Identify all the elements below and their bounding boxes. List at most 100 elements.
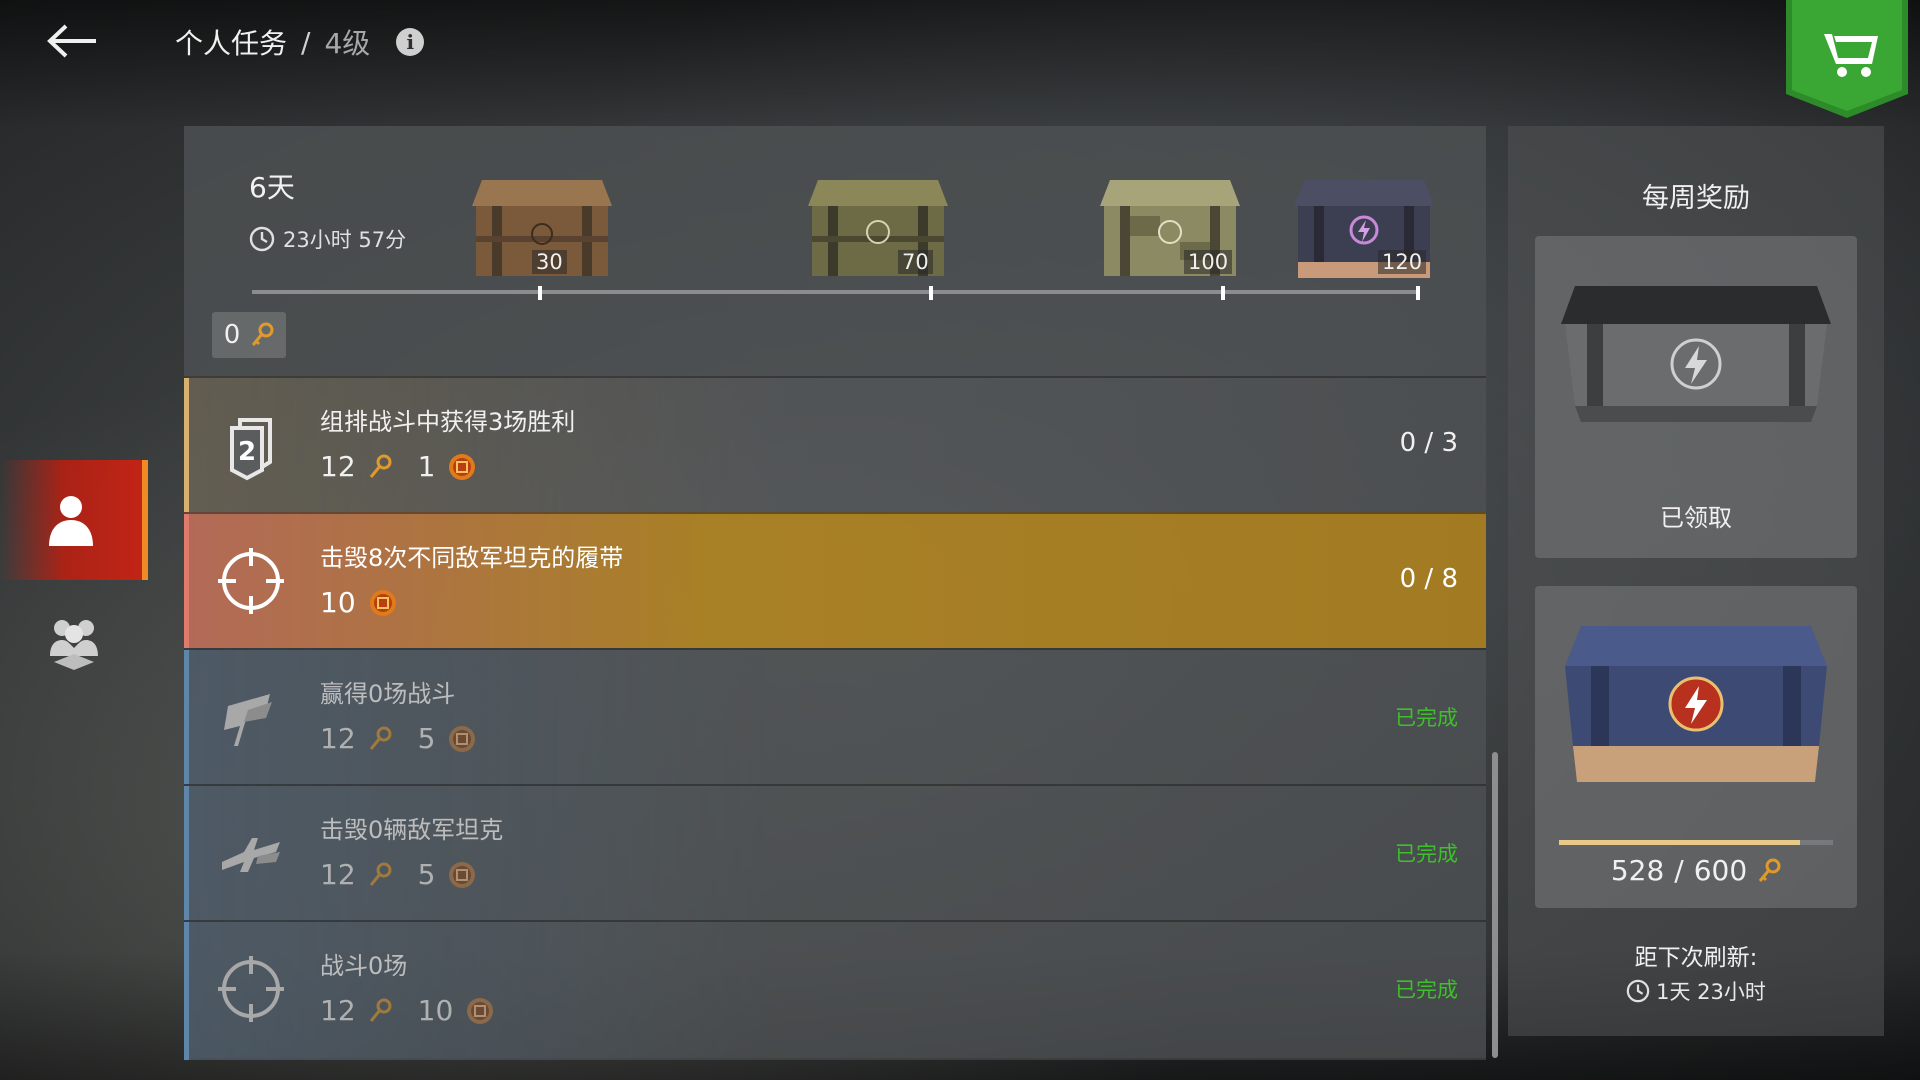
key-reward: 12 xyxy=(320,450,356,483)
coin-icon xyxy=(449,861,476,888)
task-stripe xyxy=(184,378,189,512)
task-stripe xyxy=(184,922,189,1060)
milestone-tick xyxy=(929,286,933,300)
claimed-label: 已领取 xyxy=(1660,504,1732,532)
task-row[interactable]: 赢得0场战斗 12 5 已完成 xyxy=(184,648,1486,784)
clock-icon xyxy=(249,226,275,252)
weekly-progress-text: 528 / 600 xyxy=(1535,854,1857,887)
progress-area: 6天 23小时 57分 30 70 100 120 0 xyxy=(184,126,1486,376)
coin-reward: 5 xyxy=(417,722,436,755)
weekly-progress-total: 600 xyxy=(1693,854,1748,887)
group-icon xyxy=(50,620,98,670)
milestone-chest-wood[interactable]: 30 xyxy=(462,166,622,284)
task-stripe xyxy=(184,514,189,648)
key-icon xyxy=(1759,858,1781,882)
task-complete-label: 已完成 xyxy=(1395,978,1458,1002)
weekly-reward-card-next[interactable]: 528 / 600 xyxy=(1535,586,1857,908)
weekly-progress-current: 528 xyxy=(1610,854,1665,887)
milestone-tick xyxy=(538,286,542,300)
coin-reward: 10 xyxy=(417,994,454,1027)
coin-reward: 5 xyxy=(417,858,436,891)
task-stripe xyxy=(184,786,189,920)
key-icon xyxy=(252,322,274,346)
weekly-progress-fill xyxy=(1559,840,1801,845)
victory-flag-icon xyxy=(224,694,272,746)
info-icon[interactable]: i xyxy=(396,28,425,56)
keys-counter: 0 xyxy=(212,312,286,358)
crosshair-icon xyxy=(218,956,284,1022)
task-row[interactable]: 击毁0辆敌军坦克 12 5 已完成 xyxy=(184,784,1486,920)
breadcrumb-separator: / xyxy=(301,25,311,59)
task-rewards: 12 1 xyxy=(320,450,477,483)
missions-panel: 6天 23小时 57分 30 70 100 120 0 2 组排战斗中获得3场胜… xyxy=(184,126,1486,1060)
task-row[interactable]: 战斗0场 12 10 已完成 xyxy=(184,920,1486,1060)
shop-button[interactable] xyxy=(1786,0,1908,118)
coin-icon xyxy=(369,589,396,616)
svg-text:2: 2 xyxy=(238,437,256,467)
coin-icon xyxy=(449,725,476,752)
key-reward: 12 xyxy=(320,994,356,1027)
sidebar-item-clan[interactable] xyxy=(0,582,148,702)
key-icon xyxy=(369,862,392,886)
weekly-rewards-panel: 每周奖励 已领取 528 / 600 距下次刷新: 1天 23小时 xyxy=(1508,126,1884,1036)
coin-reward: 1 xyxy=(417,450,436,483)
arrow-left-icon xyxy=(47,24,96,58)
task-title: 组排战斗中获得3场胜利 xyxy=(320,408,576,436)
task-stripe xyxy=(184,650,189,784)
progress-track xyxy=(252,290,1417,294)
weekly-progress-separator: / xyxy=(1674,854,1684,887)
coin-reward: 10 xyxy=(320,586,356,619)
refresh-time: 1天 23小时 xyxy=(1656,980,1766,1004)
task-rewards: 12 5 xyxy=(320,858,477,891)
weekly-reward-card-claimed[interactable]: 已领取 xyxy=(1535,236,1857,558)
open-chest-image xyxy=(1561,286,1831,422)
key-icon xyxy=(369,998,392,1022)
milestone-label: 100 xyxy=(1184,250,1233,274)
scrollbar[interactable] xyxy=(1492,752,1498,1058)
breadcrumb-level: 4级 xyxy=(324,27,371,60)
clock-icon xyxy=(1626,979,1650,1003)
task-progress: 0 / 8 xyxy=(1399,564,1458,594)
task-title: 击毁0辆敌军坦克 xyxy=(320,816,504,844)
keys-count: 0 xyxy=(223,320,241,350)
coin-icon xyxy=(467,997,494,1024)
milestone-label: 70 xyxy=(898,250,933,274)
key-icon xyxy=(369,454,392,478)
breadcrumb-title: 个人任务 xyxy=(175,27,288,60)
task-title: 战斗0场 xyxy=(320,952,408,980)
refresh-label: 距下次刷新: xyxy=(1634,945,1758,971)
sidebar-item-personal[interactable] xyxy=(0,460,148,580)
crosshair-icon xyxy=(218,548,284,614)
breadcrumb: 个人任务 / 4级 i xyxy=(175,22,425,62)
timer-days: 6天 xyxy=(249,171,295,204)
milestone-chest-dark[interactable]: 120 xyxy=(1284,166,1444,284)
coin-icon xyxy=(449,453,476,480)
task-rewards: 12 10 xyxy=(320,994,495,1027)
weekly-progress-bar xyxy=(1559,840,1833,845)
back-button[interactable] xyxy=(42,18,102,64)
task-row[interactable]: 2 组排战斗中获得3场胜利 12 1 0 / 3 xyxy=(184,376,1486,512)
blue-chest-image xyxy=(1565,626,1827,782)
person-icon xyxy=(49,496,93,546)
milestone-label: 30 xyxy=(532,250,567,274)
key-reward: 12 xyxy=(320,722,356,755)
task-rewards: 10 xyxy=(320,586,398,619)
milestone-label: 120 xyxy=(1378,250,1427,274)
timer-time: 23小时 57分 xyxy=(283,228,407,252)
platoon-icon: 2 xyxy=(230,418,272,481)
key-reward: 12 xyxy=(320,858,356,891)
task-row-highlighted[interactable]: 击毁8次不同敌军坦克的履带 10 0 / 8 xyxy=(184,512,1486,648)
milestone-chest-camo[interactable]: 100 xyxy=(1090,166,1250,284)
task-complete-label: 已完成 xyxy=(1395,842,1458,866)
weekly-title: 每周奖励 xyxy=(1642,183,1750,214)
task-progress: 0 / 3 xyxy=(1399,428,1458,458)
milestone-chest-olive[interactable]: 70 xyxy=(798,166,958,284)
milestone-tick xyxy=(1221,286,1225,300)
task-complete-label: 已完成 xyxy=(1395,706,1458,730)
key-icon xyxy=(369,726,392,750)
destroy-tank-icon xyxy=(222,838,280,872)
task-title: 击毁8次不同敌军坦克的履带 xyxy=(320,544,624,572)
timer: 23小时 57分 xyxy=(249,224,406,254)
task-rewards: 12 5 xyxy=(320,722,477,755)
refresh-timer: 1天 23小时 xyxy=(1508,976,1884,1006)
